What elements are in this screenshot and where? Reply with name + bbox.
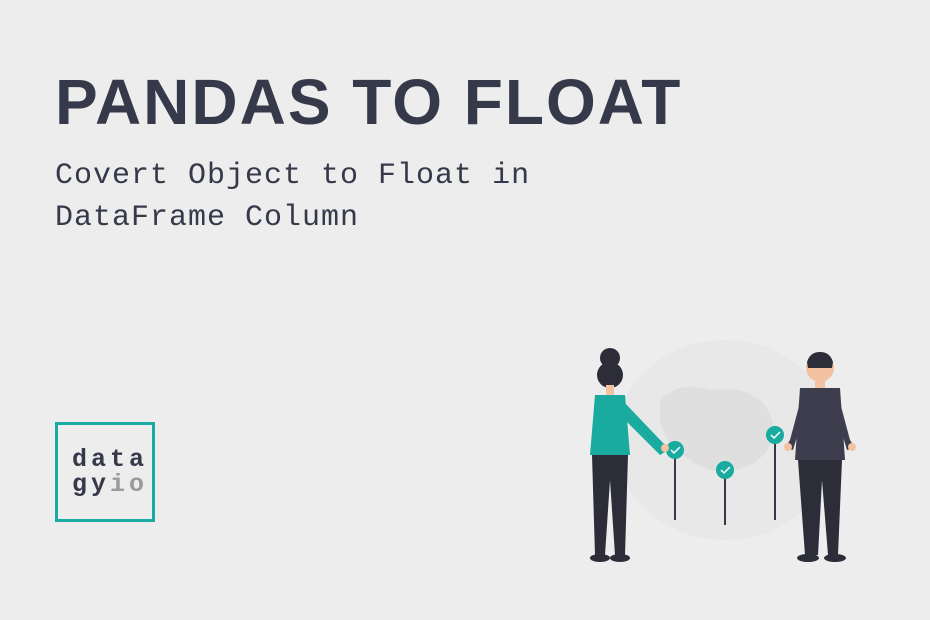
- logo-text-gyio: gyio: [72, 472, 148, 497]
- pin-head-3: [766, 426, 784, 444]
- datagy-logo: data gyio: [55, 422, 155, 522]
- subtitle-line-2: DataFrame Column: [55, 201, 359, 235]
- logo-gy: gy: [72, 472, 110, 497]
- logo-text-data: data: [72, 447, 148, 472]
- pin-head-2: [716, 461, 734, 479]
- people-illustration: [510, 300, 890, 590]
- pin-head-1: [666, 441, 684, 459]
- page-title: PANDAS TO FLOAT: [55, 65, 682, 139]
- page-subtitle: Covert Object to Float in DataFrame Colu…: [55, 155, 530, 239]
- subtitle-line-1: Covert Object to Float in: [55, 159, 530, 193]
- logo-io: io: [110, 472, 148, 497]
